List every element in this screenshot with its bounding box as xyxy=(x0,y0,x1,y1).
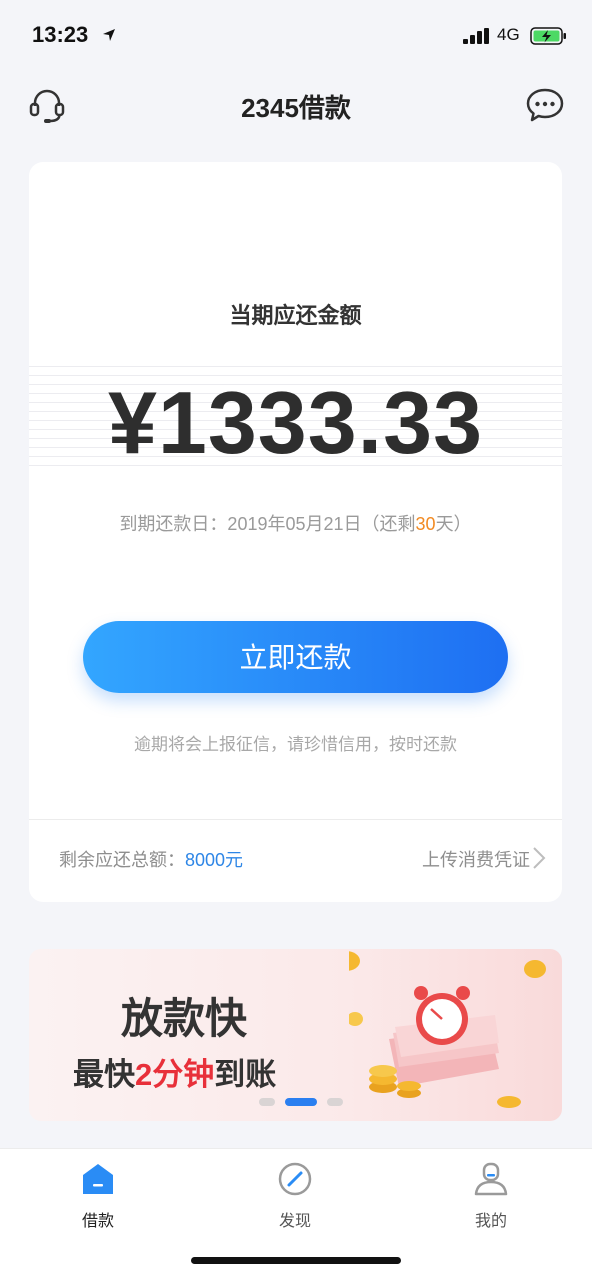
remaining-value: 8000元 xyxy=(185,850,244,870)
days-left: 30 xyxy=(415,514,436,534)
page-title: 2345借款 xyxy=(241,93,351,123)
tab-discover-label: 发现 xyxy=(278,1213,311,1230)
due-date-suffix: 天） xyxy=(435,514,472,534)
repay-now-button[interactable]: 立即还款 xyxy=(83,621,508,693)
carousel-indicator xyxy=(259,1098,343,1108)
status-bar: 13:23 4G xyxy=(0,0,592,72)
chevron-right-icon[interactable] xyxy=(532,846,546,870)
tab-mine-label: 我的 xyxy=(474,1213,507,1230)
overdue-warning: 逾期将会上报征信，请珍惜信用，按时还款 xyxy=(134,735,457,754)
tab-loan-label: 借款 xyxy=(81,1213,114,1230)
divider xyxy=(29,819,562,820)
remaining-total: 剩余应还总额：8000元 xyxy=(59,846,243,872)
promo-banner[interactable]: 放款快 最快2分钟到账 xyxy=(29,949,562,1121)
banner-sub-suffix: 到账 xyxy=(214,1057,277,1092)
banner-sub-highlight: 2分钟 xyxy=(135,1057,215,1092)
location-arrow-icon xyxy=(103,29,115,41)
tab-mine[interactable]: 我的 xyxy=(421,1161,561,1241)
home-icon xyxy=(83,1164,113,1194)
home-indicator[interactable] xyxy=(191,1257,401,1264)
repay-now-label: 立即还款 xyxy=(239,642,352,673)
repayment-card: 当期应还金额 ¥1333.33 到期还款日：2019年05月21日（还剩30天）… xyxy=(29,162,562,902)
banner-sub-prefix: 最快 xyxy=(73,1057,135,1092)
network-type: 4G xyxy=(497,25,520,44)
battery-charging-icon xyxy=(530,27,566,45)
carousel-dot[interactable] xyxy=(259,1098,275,1106)
nav-bar: 2345借款 xyxy=(0,72,592,134)
amount-due: ¥1333.33 xyxy=(107,373,484,472)
user-icon xyxy=(474,1162,508,1196)
compass-icon xyxy=(278,1162,312,1196)
carousel-dot[interactable] xyxy=(327,1098,343,1106)
due-date-text: 到期还款日：2019年05月21日（还剩30天） xyxy=(29,510,562,536)
money-clock-illustration xyxy=(349,951,546,1108)
banner-title: 放款快 xyxy=(121,995,248,1042)
upload-voucher-link[interactable]: 上传消费凭证 xyxy=(422,846,530,872)
carousel-dot-active[interactable] xyxy=(285,1098,317,1106)
due-date-prefix: 到期还款日：2019年05月21日（还剩 xyxy=(119,514,416,534)
tab-loan[interactable]: 借款 xyxy=(28,1161,168,1241)
amount-label: 当期应还金额 xyxy=(229,303,362,328)
remaining-label: 剩余应还总额： xyxy=(59,850,185,870)
tab-discover[interactable]: 发现 xyxy=(225,1161,365,1241)
status-time: 13:23 xyxy=(32,22,89,47)
signal-icon xyxy=(463,28,489,44)
banner-subtitle: 最快2分钟到账 xyxy=(73,1049,276,1094)
message-icon[interactable] xyxy=(524,84,566,126)
